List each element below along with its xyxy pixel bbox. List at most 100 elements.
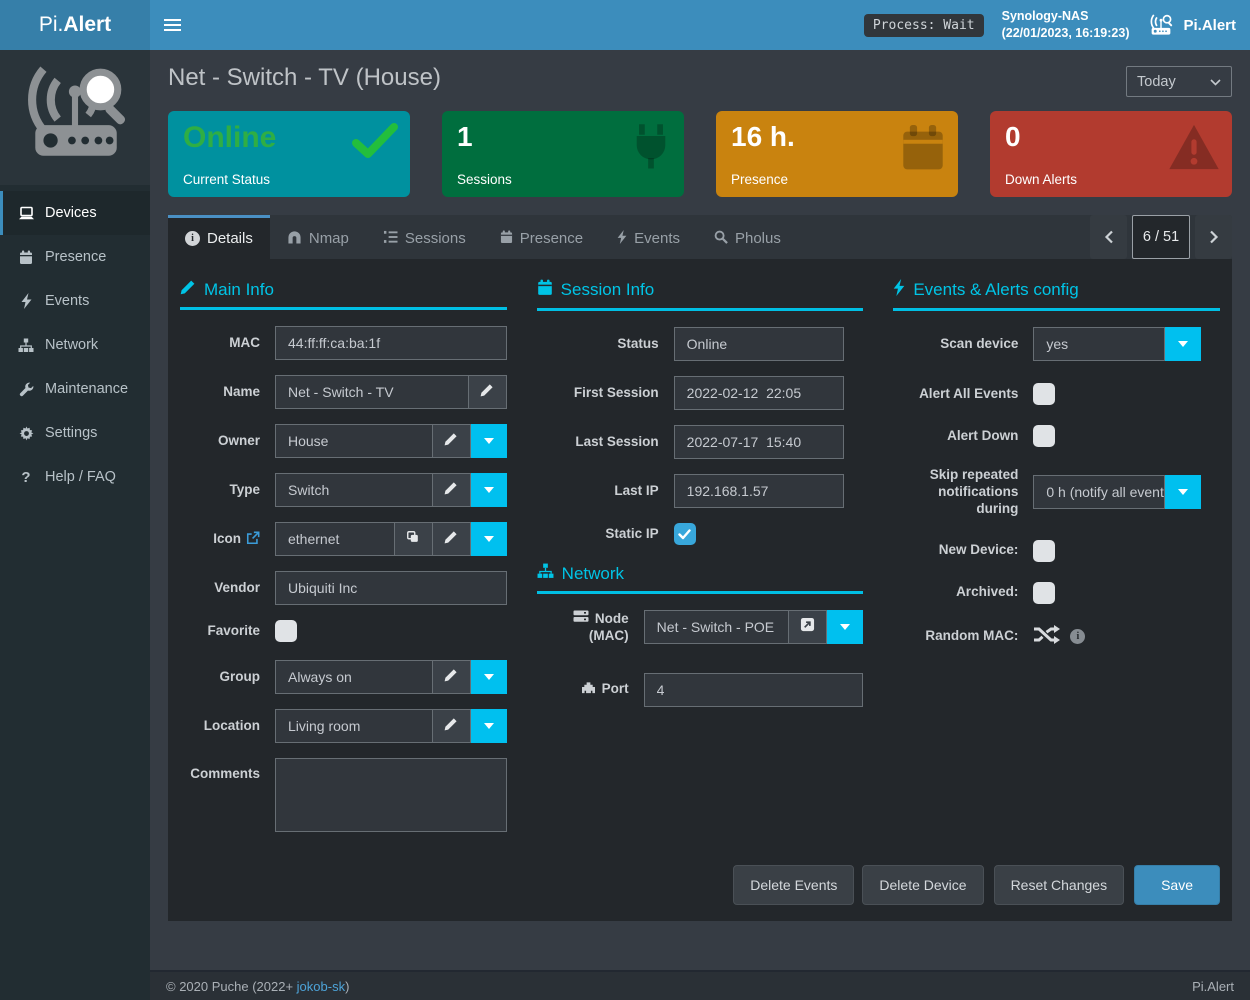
owner-label: Owner xyxy=(180,433,260,450)
sidebar-item-events[interactable]: Events xyxy=(0,279,150,323)
tab-presence[interactable]: Presence xyxy=(483,215,600,259)
tab-events[interactable]: Events xyxy=(600,215,697,259)
node-value[interactable]: Net - Switch - POE xyxy=(644,610,790,644)
sidebar-item-help[interactable]: ? Help / FAQ xyxy=(0,455,150,499)
calendar-icon xyxy=(500,230,513,248)
edit-icon-button[interactable] xyxy=(433,522,471,556)
prev-device-button[interactable] xyxy=(1090,215,1127,259)
delete-device-button[interactable]: Delete Device xyxy=(862,865,983,905)
comments-label: Comments xyxy=(180,766,260,783)
open-node-button[interactable] xyxy=(789,610,827,644)
bolt-icon xyxy=(17,293,35,309)
card-label: Sessions xyxy=(457,172,512,187)
favorite-checkbox[interactable] xyxy=(275,620,297,642)
tab-label: Pholus xyxy=(735,230,781,247)
vendor-label: Vendor xyxy=(180,580,260,597)
sidebar-item-devices[interactable]: Devices xyxy=(0,191,150,235)
static-ip-checkbox[interactable] xyxy=(674,523,696,545)
port-input[interactable] xyxy=(644,673,864,707)
mac-label: MAC xyxy=(180,335,260,352)
archived-label: Archived: xyxy=(893,584,1018,601)
edit-group-button[interactable] xyxy=(433,660,471,694)
sidebar-item-settings[interactable]: Settings xyxy=(0,411,150,455)
card-down-alerts[interactable]: 0 Down Alerts xyxy=(990,111,1232,197)
sidebar-item-presence[interactable]: Presence xyxy=(0,235,150,279)
plug-icon xyxy=(630,123,672,180)
type-input[interactable] xyxy=(275,473,433,507)
info-icon[interactable]: i xyxy=(1070,629,1085,644)
field-row-new-device: New Device: xyxy=(893,540,1220,562)
scan-device-dropdown-button[interactable] xyxy=(1165,327,1201,361)
group-dropdown-button[interactable] xyxy=(471,660,507,694)
field-row-location: Location xyxy=(180,709,507,743)
field-row-alert-down: Alert Down xyxy=(893,425,1220,447)
type-dropdown-button[interactable] xyxy=(471,473,507,507)
alert-down-checkbox[interactable] xyxy=(1033,425,1055,447)
scan-device-value[interactable]: yes xyxy=(1033,327,1165,361)
mac-input[interactable] xyxy=(275,326,507,360)
location-label: Location xyxy=(180,718,260,735)
location-input[interactable] xyxy=(275,709,433,743)
port-label: Port xyxy=(537,681,629,699)
host-time: (22/01/2023, 16:19:23) xyxy=(1002,25,1130,42)
sidebar-item-network[interactable]: Network xyxy=(0,323,150,367)
topbar-brand[interactable]: Pi.Alert xyxy=(1147,13,1236,37)
save-button[interactable]: Save xyxy=(1134,865,1220,905)
edit-type-button[interactable] xyxy=(433,473,471,507)
sidebar: Devices Presence Events Network Maintena… xyxy=(0,50,150,1000)
skip-notifications-dropdown-button[interactable] xyxy=(1165,475,1201,509)
router-scan-logo-icon xyxy=(19,63,131,172)
last-session-label: Last Session xyxy=(537,434,659,451)
last-session-input[interactable] xyxy=(674,425,844,459)
tab-sessions[interactable]: Sessions xyxy=(366,215,483,259)
card-current-status[interactable]: Online Current Status xyxy=(168,111,410,197)
location-dropdown-button[interactable] xyxy=(471,709,507,743)
owner-dropdown-button[interactable] xyxy=(471,424,507,458)
node-dropdown-button[interactable] xyxy=(827,610,863,644)
footer-copyright: © 2020 Puche (2022+ jokob-sk) xyxy=(166,979,349,994)
owner-input[interactable] xyxy=(275,424,433,458)
field-row-vendor: Vendor xyxy=(180,571,507,605)
tab-details[interactable]: i Details xyxy=(168,215,270,259)
tab-nmap[interactable]: Nmap xyxy=(270,215,366,259)
next-device-button[interactable] xyxy=(1195,215,1232,259)
alert-all-events-label: Alert All Events xyxy=(893,386,1018,403)
vendor-input[interactable] xyxy=(275,571,507,605)
tab-pholus[interactable]: Pholus xyxy=(697,215,798,259)
topbar-nav: Process: Wait Synology-NAS (22/01/2023, … xyxy=(150,0,1250,50)
external-link-icon[interactable] xyxy=(246,531,260,545)
new-device-checkbox[interactable] xyxy=(1033,540,1055,562)
period-select[interactable]: Today xyxy=(1126,66,1232,97)
group-input[interactable] xyxy=(275,660,433,694)
comments-textarea[interactable] xyxy=(275,758,507,832)
session-info-section: Session Info Status First Session Last S… xyxy=(537,279,864,847)
hamburger-menu-icon[interactable] xyxy=(164,0,204,50)
name-input[interactable] xyxy=(275,375,469,409)
skip-notifications-value[interactable]: 0 h (notify all events) xyxy=(1033,475,1165,509)
field-row-scan-device: Scan device yes xyxy=(893,327,1220,361)
device-pager: 6 / 51 xyxy=(1090,215,1232,259)
alert-all-events-checkbox[interactable] xyxy=(1033,383,1055,405)
icon-dropdown-button[interactable] xyxy=(471,522,507,556)
delete-events-button[interactable]: Delete Events xyxy=(733,865,854,905)
sidebar-item-maintenance[interactable]: Maintenance xyxy=(0,367,150,411)
sidebar-item-label: Presence xyxy=(45,249,106,265)
reset-changes-button[interactable]: Reset Changes xyxy=(994,865,1125,905)
edit-owner-button[interactable] xyxy=(433,424,471,458)
router-scan-icon xyxy=(1147,13,1175,37)
section-title: Network xyxy=(562,564,624,584)
footer-author-link[interactable]: jokob-sk xyxy=(297,979,345,994)
edit-name-button[interactable] xyxy=(469,375,507,409)
archived-checkbox[interactable] xyxy=(1033,582,1055,604)
card-sessions[interactable]: 1 Sessions xyxy=(442,111,684,197)
last-ip-input[interactable] xyxy=(674,474,844,508)
status-input[interactable] xyxy=(674,327,844,361)
card-presence[interactable]: 16 h. Presence xyxy=(716,111,958,197)
first-session-input[interactable] xyxy=(674,376,844,410)
icon-input[interactable] xyxy=(275,522,395,556)
app-logo[interactable]: Pi.Alert xyxy=(0,0,150,50)
copy-icon-button[interactable] xyxy=(395,522,433,556)
ethernet-icon xyxy=(581,681,596,699)
edit-location-button[interactable] xyxy=(433,709,471,743)
chevron-down-icon xyxy=(1210,74,1221,90)
